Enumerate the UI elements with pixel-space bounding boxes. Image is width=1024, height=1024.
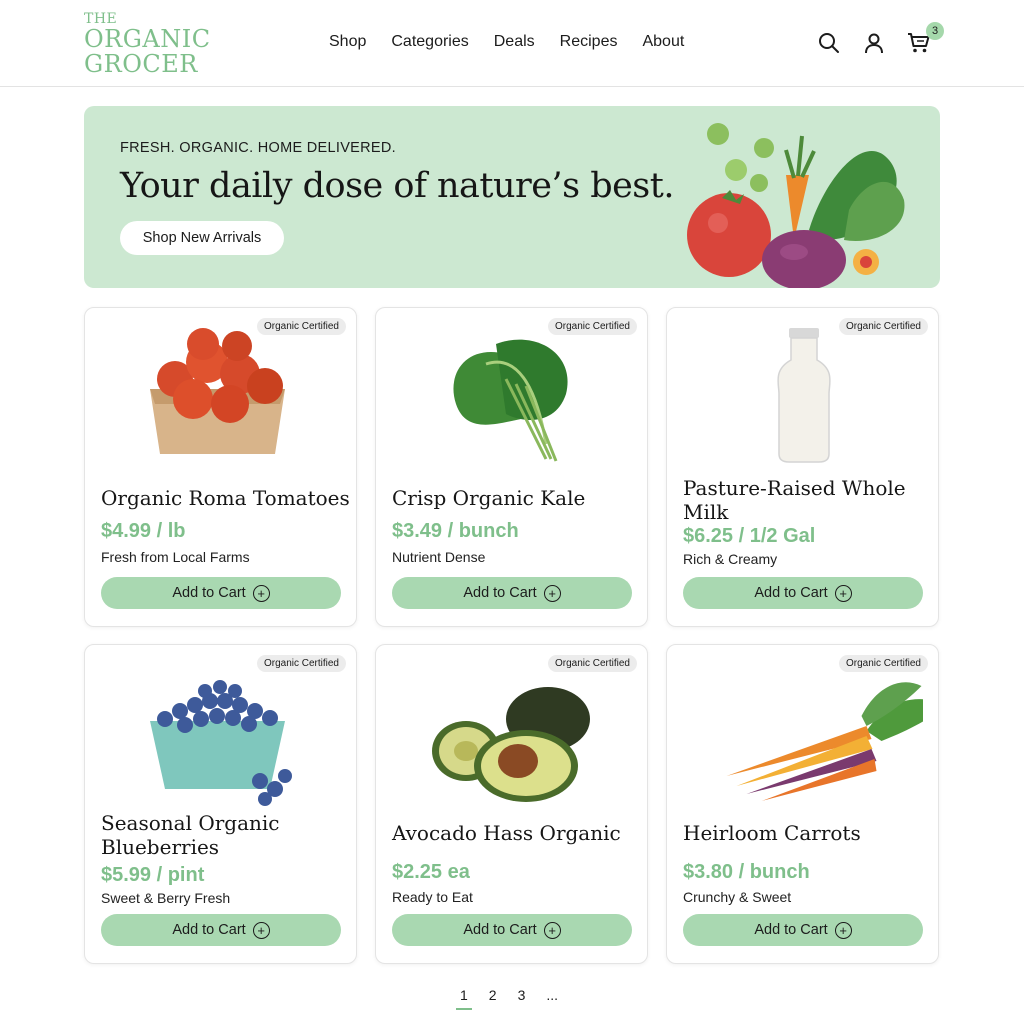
product-card[interactable]: Organic Certified Organic Roma Tomatoes … xyxy=(84,307,357,627)
add-to-cart-button[interactable]: Add to Cart + xyxy=(101,914,341,946)
page-more[interactable]: ... xyxy=(546,987,558,1003)
cart-icon[interactable]: 3 xyxy=(906,22,944,56)
blueberries-image xyxy=(150,680,292,806)
avocado-image xyxy=(432,687,590,802)
add-to-cart-button[interactable]: Add to Cart + xyxy=(392,914,632,946)
product-description: Nutrient Dense xyxy=(392,549,486,565)
product-name[interactable]: Seasonal Organic Blueberries xyxy=(101,811,351,859)
product-name[interactable]: Avocado Hass Organic xyxy=(392,821,642,845)
add-to-cart-label: Add to Cart xyxy=(463,922,537,938)
product-price: $4.99 / lb xyxy=(101,520,186,542)
product-description: Sweet & Berry Fresh xyxy=(101,890,231,906)
product-name[interactable]: Pasture-Raised Whole Milk xyxy=(683,476,933,524)
nav-about[interactable]: About xyxy=(642,33,684,51)
add-to-cart-button[interactable]: Add to Cart + xyxy=(392,577,632,609)
product-price: $6.25 / 1/2 Gal xyxy=(683,525,816,547)
nav-shop[interactable]: Shop xyxy=(329,33,366,51)
product-name[interactable]: Organic Roma Tomatoes xyxy=(101,486,351,510)
add-to-cart-label: Add to Cart xyxy=(754,585,828,601)
shop-new-arrivals-button[interactable]: Shop New Arrivals xyxy=(120,221,284,255)
product-card[interactable]: Organic Certified Crisp Organic Kale $3.… xyxy=(375,307,648,627)
brand-line-3: GROCER xyxy=(84,50,198,78)
vegetables-illustration xyxy=(687,123,905,288)
nav-deals[interactable]: Deals xyxy=(494,33,535,51)
nav-recipes[interactable]: Recipes xyxy=(560,33,618,51)
product-name[interactable]: Crisp Organic Kale xyxy=(392,486,642,510)
plus-circle-icon: + xyxy=(252,921,270,939)
add-to-cart-label: Add to Cart xyxy=(463,585,537,601)
plus-circle-icon: + xyxy=(834,584,852,602)
main-nav: Shop Categories Deals Recipes About xyxy=(329,33,709,51)
product-card[interactable]: Organic Certified Pasture-Raised Whole M… xyxy=(666,307,939,627)
add-to-cart-button[interactable]: Add to Cart + xyxy=(101,577,341,609)
product-description: Ready to Eat xyxy=(392,889,473,905)
user-icon[interactable] xyxy=(861,30,887,56)
pagination: 1 2 3 ... xyxy=(456,987,579,1010)
cart-count-badge: 3 xyxy=(926,22,944,40)
product-card[interactable]: Organic Certified Heirloom Carrots $3.80… xyxy=(666,644,939,964)
product-price: $5.99 / pint xyxy=(101,864,205,886)
carrots-image xyxy=(726,682,923,801)
product-price: $3.49 / bunch xyxy=(392,520,519,542)
nav-categories[interactable]: Categories xyxy=(391,33,468,51)
hero-banner: FRESH. ORGANIC. HOME DELIVERED. Your dai… xyxy=(84,106,940,288)
product-price: $2.25 ea xyxy=(392,861,470,883)
plus-circle-icon: + xyxy=(543,584,561,602)
page-2[interactable]: 2 xyxy=(489,987,497,1003)
plus-circle-icon: + xyxy=(252,584,270,602)
page-3[interactable]: 3 xyxy=(518,987,526,1003)
milk-bottle-image xyxy=(777,328,831,463)
brand-logo[interactable]: THE ORGANIC GROCER xyxy=(84,12,211,76)
plus-circle-icon: + xyxy=(834,921,852,939)
add-to-cart-button[interactable]: Add to Cart + xyxy=(683,577,923,609)
product-description: Fresh from Local Farms xyxy=(101,549,250,565)
add-to-cart-label: Add to Cart xyxy=(754,922,828,938)
brand-line-2: ORGANIC xyxy=(84,25,211,53)
brand-line-1: THE xyxy=(84,11,118,27)
kale-image xyxy=(453,339,568,462)
hero-headline: Your daily dose of nature’s best. xyxy=(120,166,674,206)
add-to-cart-label: Add to Cart xyxy=(172,922,246,938)
add-to-cart-button[interactable]: Add to Cart + xyxy=(683,914,923,946)
product-name[interactable]: Heirloom Carrots xyxy=(683,821,933,845)
product-card[interactable]: Organic Certified Avocado Hass Organic $… xyxy=(375,644,648,964)
header-actions: 3 xyxy=(816,22,951,56)
search-icon[interactable] xyxy=(816,30,842,56)
site-header: THE ORGANIC GROCER Shop Categories Deals… xyxy=(0,0,1024,87)
tomatoes-image xyxy=(150,328,285,454)
add-to-cart-label: Add to Cart xyxy=(172,585,246,601)
page-1[interactable]: 1 xyxy=(456,987,472,1010)
plus-circle-icon: + xyxy=(543,921,561,939)
hero-kicker: FRESH. ORGANIC. HOME DELIVERED. xyxy=(120,140,396,156)
product-price: $3.80 / bunch xyxy=(683,861,810,883)
product-description: Rich & Creamy xyxy=(683,551,778,567)
product-description: Crunchy & Sweet xyxy=(683,889,792,905)
product-card[interactable]: Organic Certified Seasonal Organic Blueb… xyxy=(84,644,357,964)
